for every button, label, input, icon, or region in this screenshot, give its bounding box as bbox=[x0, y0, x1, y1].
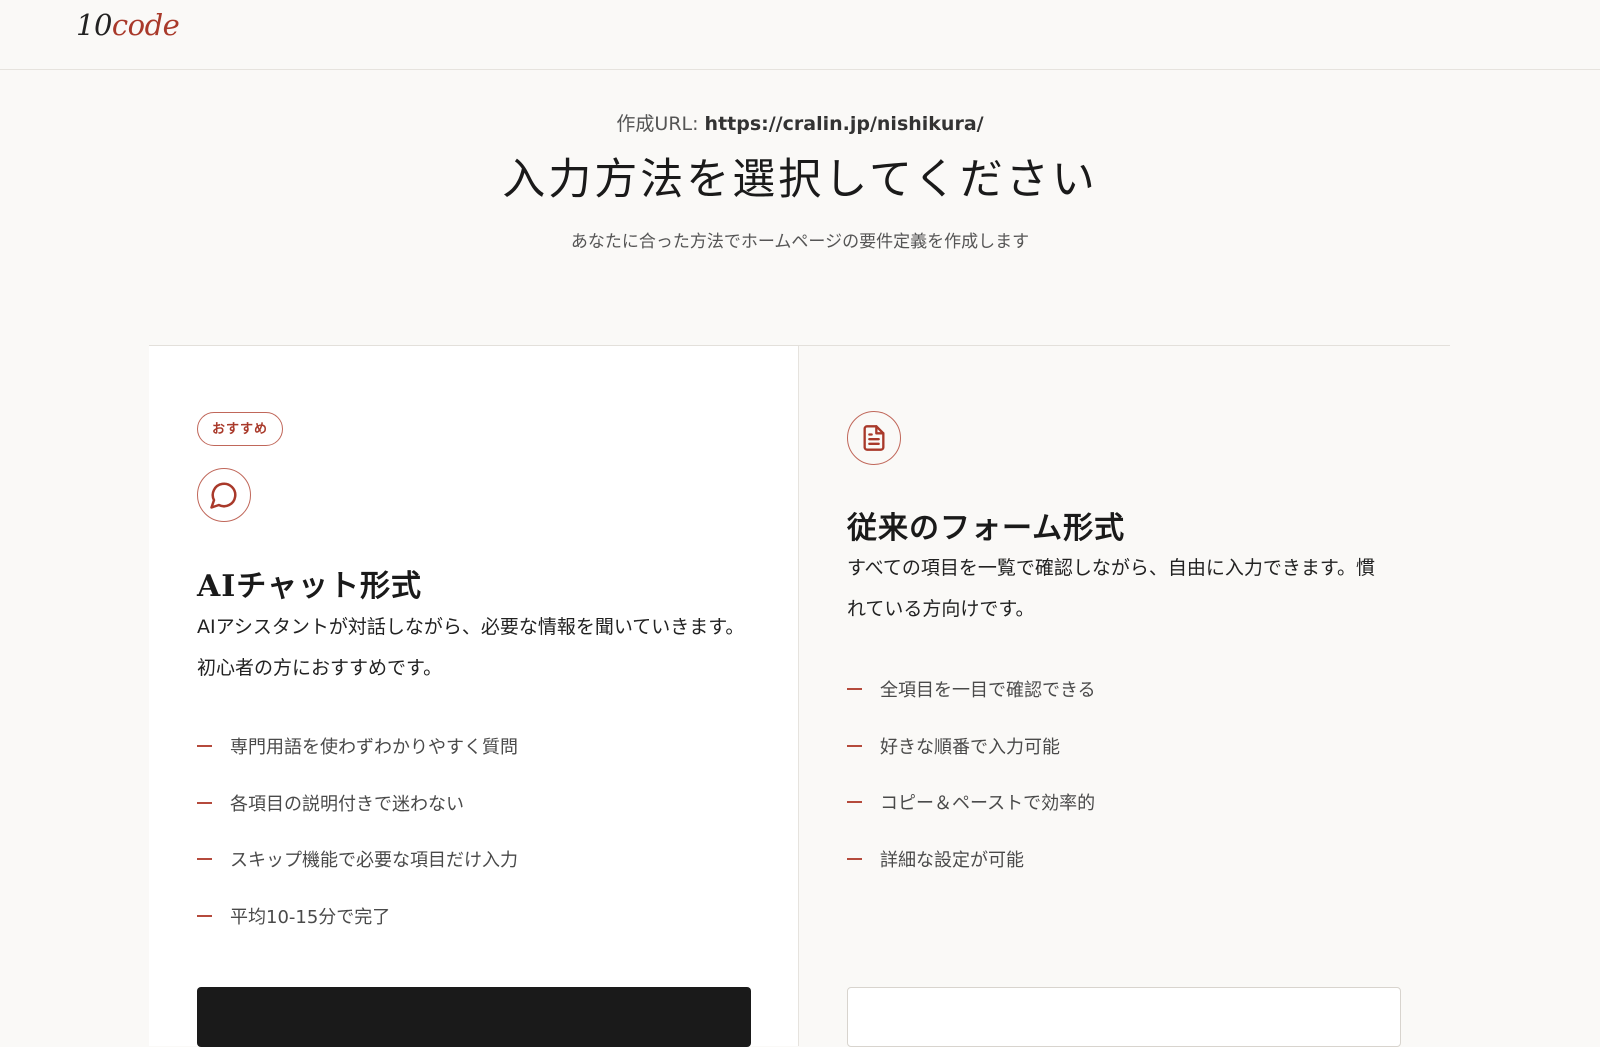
site-header: 10code bbox=[0, 0, 1600, 70]
list-item: 各項目の説明付きで迷わない bbox=[197, 775, 737, 832]
dash-icon bbox=[847, 688, 862, 691]
dash-icon bbox=[197, 858, 212, 861]
method-cards: おすすめ AIチャット形式 AIアシスタントが対話しながら、必要な情報を聞いてい… bbox=[149, 345, 1450, 1047]
form-title: 従来のフォーム形式 bbox=[847, 511, 1126, 546]
site-logo[interactable]: 10code bbox=[76, 8, 180, 42]
url-label: 作成URL: bbox=[616, 113, 705, 135]
feature-text: コピー＆ペーストで効率的 bbox=[880, 793, 1096, 815]
feature-text: スキップ機能で必要な項目だけ入力 bbox=[230, 850, 518, 872]
page-subtitle: あなたに合った方法でホームページの要件定義を作成します bbox=[570, 232, 1030, 252]
form-desc-line2: れている方向けです。 bbox=[847, 598, 1035, 620]
ai-chat-description: AIアシスタントが対話しながら、必要な情報を聞いていきます。 初心者の方におすす… bbox=[197, 607, 757, 689]
feature-text: 全項目を一目で確認できる bbox=[880, 680, 1096, 702]
dash-icon bbox=[847, 801, 862, 804]
list-item: スキップ機能で必要な項目だけ入力 bbox=[197, 831, 737, 888]
logo-number: 10 bbox=[76, 8, 112, 42]
form-feature-list: 全項目を一目で確認できる 好きな順番で入力可能 コピー＆ペーストで効率的 詳細な… bbox=[847, 661, 1387, 887]
form-card[interactable]: 従来のフォーム形式 すべての項目を一覧で確認しながら、自由に入力できます。慣 れ… bbox=[799, 346, 1450, 1047]
list-item: 平均10-15分で完了 bbox=[197, 888, 737, 945]
ai-chat-title: AIチャット形式 bbox=[197, 569, 423, 604]
created-url-line: 作成URL: https://cralin.jp/nishikura/ bbox=[0, 109, 1600, 136]
ai-chat-card[interactable]: おすすめ AIチャット形式 AIアシスタントが対話しながら、必要な情報を聞いてい… bbox=[149, 346, 799, 1047]
dash-icon bbox=[847, 744, 862, 747]
feature-text: 平均10-15分で完了 bbox=[230, 907, 391, 929]
dash-icon bbox=[197, 801, 212, 804]
feature-text: 専門用語を使わずわかりやすく質問 bbox=[230, 737, 518, 759]
ai-chat-icon-circle bbox=[197, 468, 251, 522]
dash-icon bbox=[197, 745, 212, 748]
logo-word: code bbox=[111, 8, 180, 42]
list-item: 専門用語を使わずわかりやすく質問 bbox=[197, 718, 737, 775]
ai-chat-desc-line2: 初心者の方におすすめです。 bbox=[197, 657, 443, 679]
form-icon-circle bbox=[847, 411, 901, 465]
list-item: コピー＆ペーストで効率的 bbox=[847, 774, 1387, 831]
dash-icon bbox=[847, 858, 862, 861]
feature-text: 各項目の説明付きで迷わない bbox=[230, 793, 464, 815]
chat-bubble-icon bbox=[210, 482, 237, 509]
form-description: すべての項目を一覧で確認しながら、自由に入力できます。慣 れている方向けです。 bbox=[847, 548, 1407, 630]
list-item: 好きな順番で入力可能 bbox=[847, 718, 1387, 775]
page-title: 入力方法を選択してください bbox=[502, 155, 1098, 205]
list-item: 詳細な設定が可能 bbox=[847, 831, 1387, 888]
start-form-button[interactable] bbox=[847, 987, 1401, 1047]
ai-chat-feature-list: 専門用語を使わずわかりやすく質問 各項目の説明付きで迷わない スキップ機能で必要… bbox=[197, 718, 737, 944]
list-item: 全項目を一目で確認できる bbox=[847, 661, 1387, 718]
url-value: https://cralin.jp/nishikura/ bbox=[704, 113, 984, 135]
feature-text: 詳細な設定が可能 bbox=[880, 850, 1024, 872]
ai-chat-desc-line1: AIアシスタントが対話しながら、必要な情報を聞いていきます。 bbox=[197, 616, 745, 638]
form-desc-line1: すべての項目を一覧で確認しながら、自由に入力できます。慣 bbox=[847, 557, 1376, 579]
start-ai-chat-button[interactable] bbox=[197, 987, 751, 1047]
feature-text: 好きな順番で入力可能 bbox=[880, 736, 1060, 758]
document-icon bbox=[863, 425, 885, 451]
recommended-badge: おすすめ bbox=[197, 412, 284, 446]
dash-icon bbox=[197, 915, 212, 918]
